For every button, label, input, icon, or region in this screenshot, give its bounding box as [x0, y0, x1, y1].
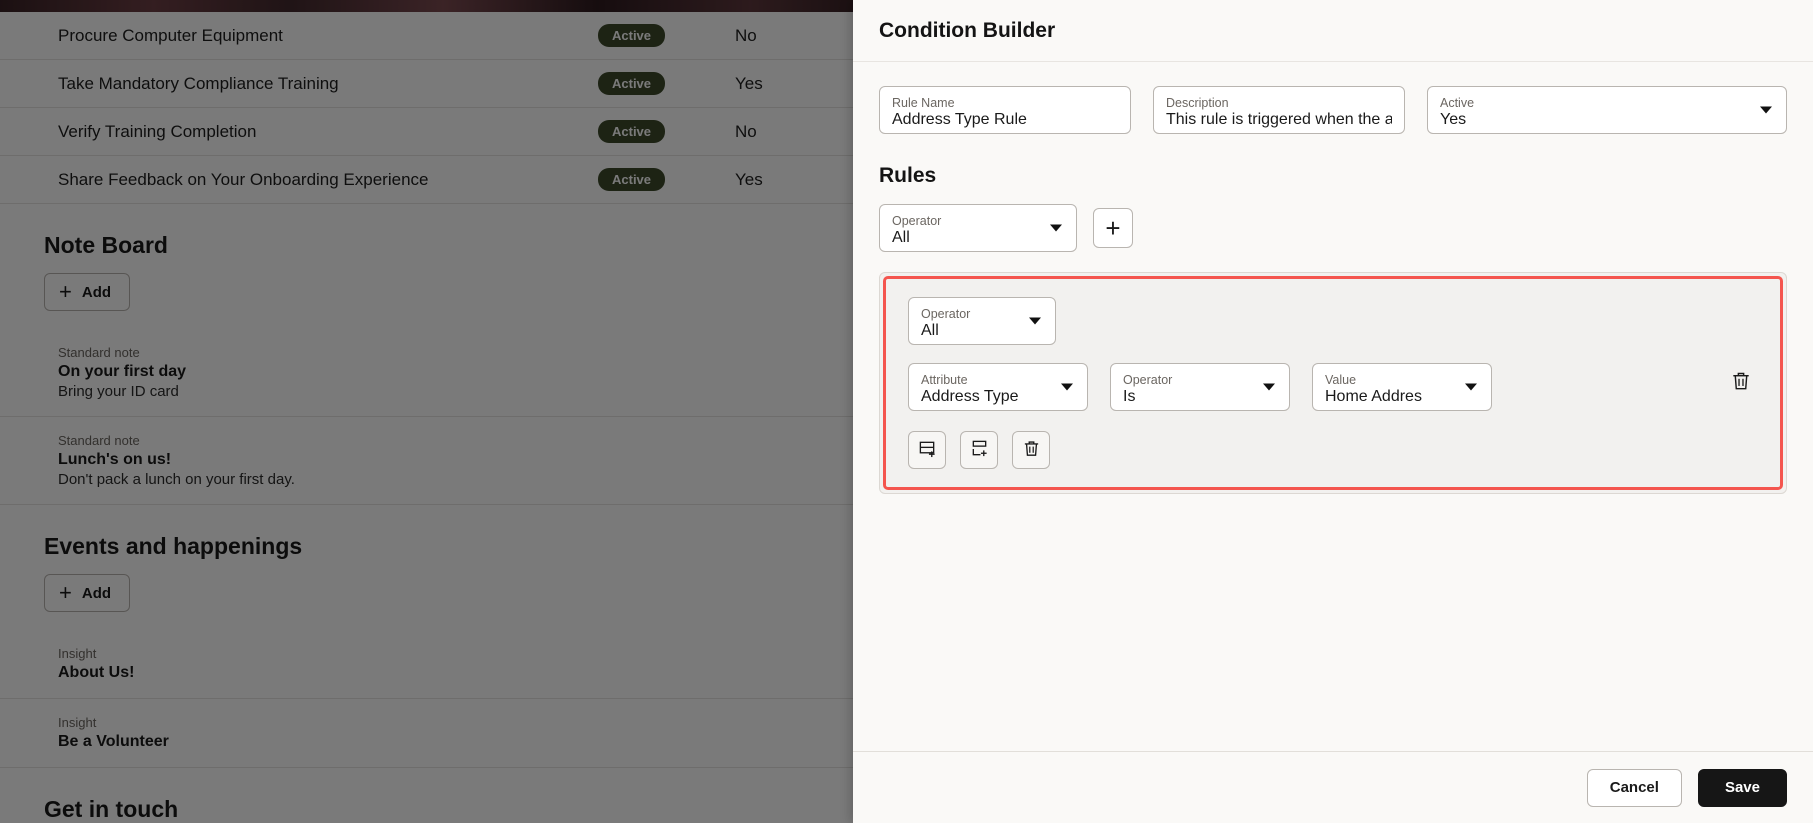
rule-name-input[interactable]: Address Type Rule	[892, 110, 1118, 130]
description-label: Description	[1166, 96, 1229, 110]
add-row-icon	[918, 439, 937, 461]
group-operator-label: Operator	[921, 307, 971, 321]
condition-operator-select[interactable]: Operator Is	[1110, 363, 1290, 411]
rules-heading: Rules	[879, 164, 937, 187]
attribute-label: Attribute	[921, 373, 968, 387]
trash-icon	[1730, 370, 1752, 397]
save-button[interactable]: Save	[1697, 768, 1787, 807]
group-operator-select[interactable]: Operator All	[908, 297, 1056, 345]
condition-row: Attribute Address Type Operator Is Value	[908, 363, 1708, 411]
chevron-down-icon[interactable]	[1760, 106, 1772, 114]
condition-value-value: Home Addres	[1325, 388, 1422, 405]
description-input[interactable]: This rule is triggered when the applic	[1166, 110, 1392, 130]
panel-body: Rule Name Address Type Rule Description …	[853, 62, 1813, 751]
attribute-select[interactable]: Attribute Address Type	[908, 363, 1088, 411]
condition-operator-value: Is	[1123, 388, 1136, 405]
panel-footer: Cancel Save	[853, 751, 1813, 823]
add-group-icon	[970, 439, 989, 461]
attribute-value: Address Type	[921, 388, 1019, 405]
description-field[interactable]: Description This rule is triggered when …	[1153, 86, 1405, 134]
top-fields-row: Rule Name Address Type Rule Description …	[879, 86, 1787, 134]
delete-group-button[interactable]	[1722, 364, 1760, 402]
condition-value-label: Value	[1325, 373, 1357, 387]
trash-icon	[1022, 439, 1041, 461]
group-operator-value: All	[921, 322, 939, 339]
chevron-down-icon[interactable]	[1061, 383, 1073, 391]
active-select[interactable]: Active Yes	[1427, 86, 1787, 134]
chevron-down-icon[interactable]	[1465, 383, 1477, 391]
top-operator-value: All	[892, 229, 910, 246]
rule-group-highlighted: Operator All Attribute Address Type Oper…	[883, 276, 1783, 490]
active-value: Yes	[1440, 111, 1467, 128]
active-label: Active	[1440, 96, 1475, 110]
cancel-button[interactable]: Cancel	[1586, 768, 1682, 807]
delete-condition-button[interactable]	[1012, 431, 1050, 469]
rule-group-content: Operator All Attribute Address Type Oper…	[908, 297, 1708, 469]
rule-name-field[interactable]: Rule Name Address Type Rule	[879, 86, 1131, 134]
chevron-down-icon[interactable]	[1263, 383, 1275, 391]
chevron-down-icon[interactable]	[1029, 317, 1041, 325]
add-condition-button[interactable]	[908, 431, 946, 469]
screen: Procure Computer Equipment Active No Tak…	[0, 0, 1813, 823]
page-title: Condition Builder	[879, 18, 1056, 42]
chevron-down-icon[interactable]	[1050, 224, 1062, 232]
panel-header: Condition Builder	[853, 0, 1813, 62]
rules-operator-row: Operator All +	[879, 204, 1787, 252]
add-rule-button[interactable]: +	[1093, 208, 1133, 248]
condition-builder-panel: Condition Builder Rule Name Address Type…	[853, 0, 1813, 823]
rule-name-label: Rule Name	[892, 96, 955, 110]
top-operator-label: Operator	[892, 214, 942, 228]
group-actions	[908, 431, 1708, 469]
modal-backdrop[interactable]	[0, 0, 853, 823]
rule-group-wrapper: Operator All Attribute Address Type Oper…	[879, 272, 1787, 494]
top-operator-select[interactable]: Operator All	[879, 204, 1077, 252]
condition-value-select[interactable]: Value Home Addres	[1312, 363, 1492, 411]
add-group-button[interactable]	[960, 431, 998, 469]
condition-operator-label: Operator	[1123, 373, 1173, 387]
